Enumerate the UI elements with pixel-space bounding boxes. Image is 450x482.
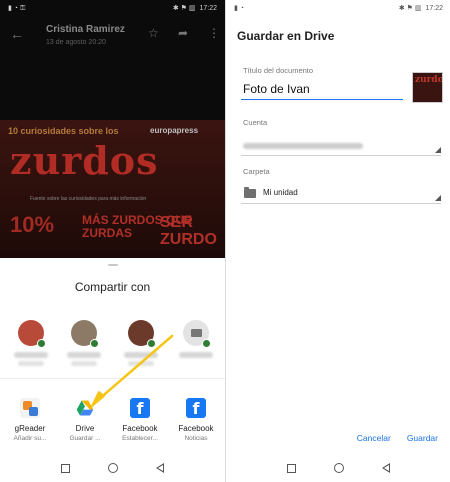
app-action: Establecer... bbox=[122, 435, 158, 442]
sheet-handle[interactable] bbox=[108, 264, 118, 266]
drive-folder-icon bbox=[244, 187, 256, 198]
app-name: Facebook bbox=[122, 424, 158, 433]
folder-label: Carpeta bbox=[243, 167, 270, 176]
recent-apps-icon[interactable] bbox=[287, 463, 296, 473]
back-icon[interactable] bbox=[382, 463, 390, 473]
status-time: 17:22 bbox=[199, 4, 217, 12]
infographic-brand: europapress bbox=[150, 126, 199, 135]
app-name: Facebook bbox=[178, 424, 214, 433]
avatar bbox=[71, 320, 99, 348]
status-bar: ▮ ◔ ⚿ ✱ ⚑ ▥ 17:22 bbox=[0, 0, 225, 16]
app-action: Noticias bbox=[184, 435, 208, 442]
email-date: 13 de agosto 20:20 bbox=[46, 39, 106, 46]
contact-name-redacted bbox=[67, 352, 101, 358]
folder-value: Mi unidad bbox=[263, 188, 298, 197]
cancel-button[interactable]: Cancelar bbox=[357, 433, 391, 443]
folder-icon bbox=[191, 329, 202, 337]
whatsapp-badge-icon bbox=[37, 339, 46, 348]
account-label: Cuenta bbox=[243, 118, 268, 127]
avatar bbox=[128, 320, 156, 348]
dropdown-icon bbox=[435, 195, 441, 201]
facebook-icon: f bbox=[130, 398, 150, 418]
share-app-facebook[interactable]: f Facebook Establecer... bbox=[112, 398, 168, 442]
greader-icon bbox=[20, 398, 40, 418]
infographic-title: zurdos bbox=[10, 138, 159, 183]
google-drive-icon bbox=[75, 398, 95, 418]
contact-name-redacted bbox=[179, 352, 213, 358]
share-app-greader[interactable]: gReader Añadir su... bbox=[2, 398, 58, 442]
status-left-icons: ▮ ◔ bbox=[234, 4, 244, 12]
contact-name-redacted bbox=[124, 352, 158, 358]
status-right-icons: ✱ ⚑ ▥ 17:22 bbox=[172, 4, 217, 13]
app-badge-icon bbox=[202, 339, 211, 348]
whatsapp-badge-icon bbox=[147, 339, 156, 348]
facebook-icon: f bbox=[186, 398, 206, 418]
save-button[interactable]: Guardar bbox=[407, 433, 438, 443]
back-icon[interactable] bbox=[156, 463, 164, 473]
contact-item[interactable] bbox=[120, 320, 162, 370]
contact-item[interactable] bbox=[10, 320, 52, 370]
divider bbox=[0, 378, 225, 379]
home-icon[interactable] bbox=[334, 463, 344, 473]
email-share-screen: ▮ ◔ ⚿ ✱ ⚑ ▥ 17:22 ← Cristina Ramirez 13 … bbox=[0, 0, 225, 482]
more-options-icon[interactable]: ⋮ bbox=[208, 26, 220, 40]
navigation-bar bbox=[0, 454, 225, 482]
back-arrow-icon[interactable]: ← bbox=[10, 26, 24, 42]
app-action: Guardar ... bbox=[69, 435, 101, 442]
contact-name-redacted bbox=[14, 352, 48, 358]
thumbnail-text: zurdos bbox=[415, 75, 442, 85]
folder-select[interactable]: Mi unidad bbox=[241, 184, 441, 204]
recent-apps-icon[interactable] bbox=[61, 463, 70, 473]
status-bar: ▮ ◔ ✱ ⚑ ▥ 17:22 bbox=[226, 0, 450, 16]
doc-title-input[interactable] bbox=[241, 78, 403, 100]
share-sheet: Compartir con gReader Añadir su... Drive… bbox=[0, 258, 225, 482]
save-to-drive-screen: ▮ ◔ ✱ ⚑ ▥ 17:22 Guardar en Drive Título … bbox=[225, 0, 450, 482]
infographic-image: 10 curiosidades sobre los europapress zu… bbox=[0, 120, 225, 260]
signal-icon: ▮ ◔ bbox=[234, 5, 245, 12]
app-name: Drive bbox=[75, 424, 95, 433]
infographic-bottom: 10% MÁS ZURDOS QUE ZURDAS SER ZURDO bbox=[10, 212, 217, 260]
forward-icon[interactable]: ➦ bbox=[178, 26, 188, 40]
account-email-redacted bbox=[243, 143, 363, 149]
doc-title-label: Título del documento bbox=[243, 66, 314, 75]
contact-item[interactable] bbox=[175, 320, 217, 370]
contact-app-redacted bbox=[71, 361, 97, 366]
share-app-drive[interactable]: Drive Guardar ... bbox=[57, 398, 113, 442]
infographic-top-text: 10 curiosidades sobre los bbox=[8, 126, 119, 136]
home-icon[interactable] bbox=[108, 463, 118, 473]
image-thumbnail: zurdos bbox=[412, 72, 443, 103]
app-name: gReader bbox=[14, 424, 46, 433]
contact-app-redacted bbox=[18, 361, 44, 366]
star-icon[interactable]: ☆ bbox=[148, 26, 159, 40]
avatar bbox=[183, 320, 211, 348]
status-time: 17:22 bbox=[425, 4, 443, 12]
system-icons: ✱ ⚑ ▥ bbox=[398, 5, 422, 12]
dialog-actions: Cancelar Guardar bbox=[357, 433, 438, 443]
dialog-title: Guardar en Drive bbox=[237, 29, 335, 43]
share-sheet-title: Compartir con bbox=[74, 280, 151, 294]
email-sender: Cristina Ramirez bbox=[46, 24, 125, 35]
infographic-side-text: SER ZURDO bbox=[160, 214, 217, 248]
contact-app-redacted bbox=[128, 361, 154, 366]
infographic-big-text: 10% bbox=[10, 212, 55, 237]
dropdown-icon bbox=[435, 147, 441, 153]
system-icons: ✱ ⚑ ▥ bbox=[172, 5, 196, 12]
share-app-facebook-news[interactable]: f Facebook Noticias bbox=[168, 398, 224, 442]
avatar bbox=[18, 320, 46, 348]
status-left-icons: ▮ ◔ ⚿ bbox=[8, 4, 25, 13]
status-right-icons: ✱ ⚑ ▥ 17:22 bbox=[398, 4, 443, 13]
account-select[interactable] bbox=[241, 138, 441, 156]
navigation-bar bbox=[226, 454, 450, 482]
whatsapp-badge-icon bbox=[90, 339, 99, 348]
email-header: ← Cristina Ramirez 13 de agosto 20:20 ☆ … bbox=[0, 16, 225, 56]
app-action: Añadir su... bbox=[13, 435, 47, 442]
contact-item[interactable] bbox=[63, 320, 105, 370]
infographic-subtitle: Fuente sobre las curiosidades para más i… bbox=[30, 196, 147, 202]
signal-icon: ▮ ◔ ⚿ bbox=[8, 4, 26, 12]
